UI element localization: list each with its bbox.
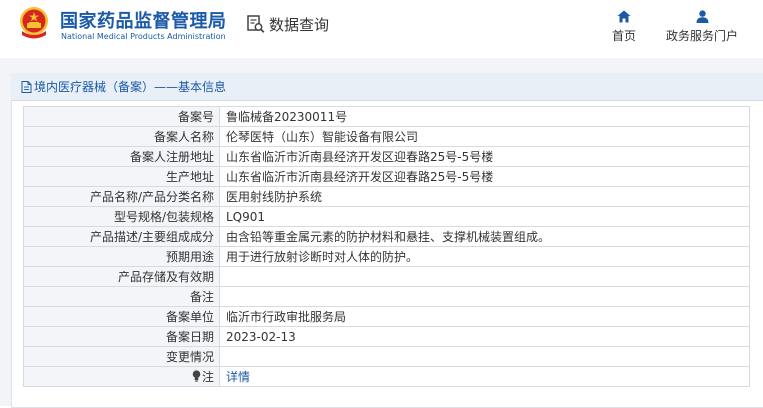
field-value: 伦琴医特（山东）智能设备有限公司 xyxy=(219,126,750,147)
field-value xyxy=(219,266,750,287)
nav-gov-service-portal[interactable]: 政务服务门户 xyxy=(660,10,744,44)
field-value: 山东省临沂市沂南县经济开发区迎春路25号-5号楼 xyxy=(219,166,750,187)
table-row: 变更情况 xyxy=(23,346,750,367)
org-name-cn: 国家药品监督管理局 xyxy=(60,11,227,32)
nav-home-label: 首页 xyxy=(611,29,636,43)
table-row: 产品存储及有效期 xyxy=(23,266,750,287)
table-row: 备案日期 2023-02-13 xyxy=(23,326,750,347)
field-label: 备案单位 xyxy=(23,306,220,327)
field-value: 鲁临械备20230011号 xyxy=(219,106,750,127)
field-value: 山东省临沂市沂南县经济开发区迎春路25号-5号楼 xyxy=(219,146,750,167)
site-header: 国家药品监督管理局 National Medical Products Admi… xyxy=(0,0,763,58)
field-label: 备注 xyxy=(23,286,220,307)
table-row: 产品名称/产品分类名称 医用射线防护系统 xyxy=(23,186,750,207)
table-row: 备注 xyxy=(23,286,750,307)
home-icon xyxy=(617,10,631,23)
field-label: 备案人名称 xyxy=(23,126,220,147)
field-value: 临沂市行政审批服务局 xyxy=(219,306,750,327)
field-label: 备案日期 xyxy=(23,326,220,347)
note-label-text: 注 xyxy=(201,369,214,384)
panel-title: 境内医疗器械（备案）——基本信息 xyxy=(34,80,227,94)
data-query-heading: 数据查询 xyxy=(246,13,329,35)
data-query-label: 数据查询 xyxy=(269,15,330,34)
note-label-cell: 注 xyxy=(23,366,220,387)
table-row: 产品描述/主要组成成分 由含铅等重金属元素的防护材料和悬挂、支撑机械装置组成。 xyxy=(23,226,750,247)
details-link[interactable]: 详情 xyxy=(226,370,250,384)
field-value: 用于进行放射诊断时对人体的防护。 xyxy=(219,246,750,267)
field-label: 变更情况 xyxy=(23,346,220,367)
note-label: 注 xyxy=(192,368,214,385)
field-label: 产品存储及有效期 xyxy=(23,266,220,287)
org-name-en: National Medical Products Administration xyxy=(61,32,226,41)
user-icon xyxy=(696,10,708,23)
nav-gov-label: 政务服务门户 xyxy=(665,29,738,43)
field-label: 产品名称/产品分类名称 xyxy=(23,186,220,207)
field-value: 医用射线防护系统 xyxy=(219,186,750,207)
lightbulb-icon xyxy=(192,370,201,382)
note-value-cell: 详情 xyxy=(219,366,750,387)
field-value: 由含铅等重金属元素的防护材料和悬挂、支撑机械装置组成。 xyxy=(219,226,750,247)
table-row: 备案号 鲁临械备20230011号 xyxy=(23,106,750,127)
field-label: 型号规格/包装规格 xyxy=(23,206,220,227)
panel-title-bar: 境内医疗器械（备案）——基本信息 xyxy=(11,73,763,101)
nav-home[interactable]: 首页 xyxy=(606,10,642,44)
table-row: 预期用途 用于进行放射诊断时对人体的防护。 xyxy=(23,246,750,267)
field-label: 生产地址 xyxy=(23,166,220,187)
search-document-icon xyxy=(247,15,265,33)
national-emblem-icon xyxy=(20,7,48,39)
document-icon xyxy=(21,80,32,93)
table-row: 型号规格/包装规格 LQ901 xyxy=(23,206,750,227)
field-value xyxy=(219,286,750,307)
table-row: 备案人注册地址 山东省临沂市沂南县经济开发区迎春路25号-5号楼 xyxy=(23,146,750,167)
table-row: 生产地址 山东省临沂市沂南县经济开发区迎春路25号-5号楼 xyxy=(23,166,750,187)
note-row: 注详情 xyxy=(23,366,750,387)
table-row: 备案人名称 伦琴医特（山东）智能设备有限公司 xyxy=(23,126,750,147)
table-row: 备案单位 临沂市行政审批服务局 xyxy=(23,306,750,327)
field-label: 预期用途 xyxy=(23,246,220,267)
record-info-table: 备案号 鲁临械备20230011号 备案人名称 伦琴医特（山东）智能设备有限公司 备案人… xyxy=(23,106,750,387)
field-value xyxy=(219,346,750,367)
field-value: 2023-02-13 xyxy=(219,326,750,347)
field-value: LQ901 xyxy=(219,206,750,227)
field-label: 备案人注册地址 xyxy=(23,146,220,167)
field-label: 产品描述/主要组成成分 xyxy=(23,226,220,247)
field-label: 备案号 xyxy=(23,106,220,127)
